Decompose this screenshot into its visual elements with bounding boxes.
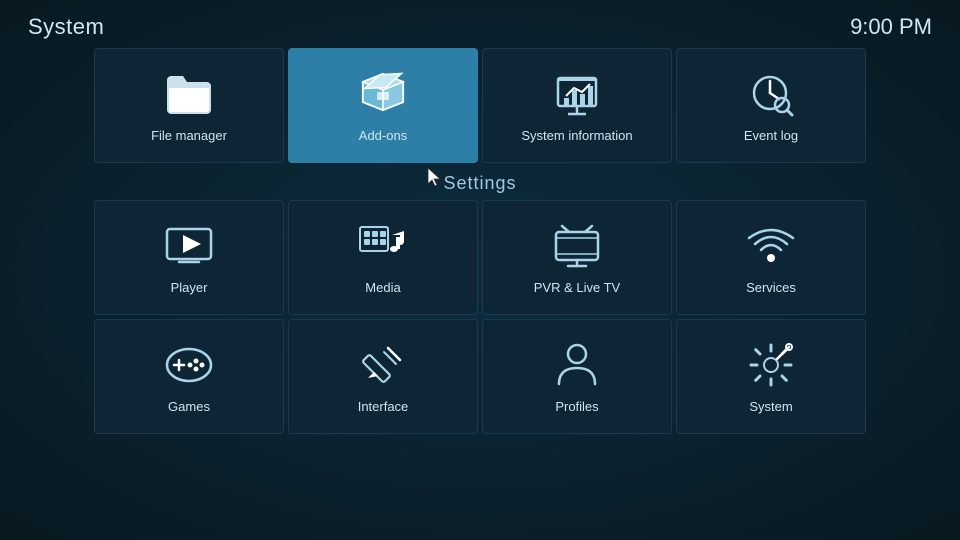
tile-media[interactable]: Media: [288, 200, 478, 315]
tile-file-manager-label: File manager: [151, 128, 227, 143]
header: System 9:00 PM: [0, 0, 960, 48]
tile-system-label: System: [749, 399, 792, 414]
tile-system-information-label: System information: [521, 128, 632, 143]
tile-games-label: Games: [168, 399, 210, 414]
tile-add-ons[interactable]: Add-ons: [288, 48, 478, 163]
tile-system[interactable]: System: [676, 319, 866, 434]
main-page: System 9:00 PM File manager: [0, 0, 960, 540]
settings-heading: Settings: [0, 167, 960, 200]
tile-pvr-live-tv[interactable]: PVR & Live TV: [482, 200, 672, 315]
system-information-icon: [551, 68, 603, 120]
tile-services-label: Services: [746, 280, 796, 295]
settings-row-1: Player Media: [0, 200, 960, 315]
pvr-live-tv-icon: [551, 220, 603, 272]
tile-add-ons-label: Add-ons: [359, 128, 407, 143]
tile-profiles[interactable]: Profiles: [482, 319, 672, 434]
profiles-icon: [551, 339, 603, 391]
tile-interface-label: Interface: [358, 399, 409, 414]
event-log-icon: [745, 68, 797, 120]
clock: 9:00 PM: [850, 14, 932, 40]
tile-games[interactable]: Games: [94, 319, 284, 434]
tile-event-log-label: Event log: [744, 128, 798, 143]
services-icon: [745, 220, 797, 272]
tile-profiles-label: Profiles: [555, 399, 598, 414]
tile-file-manager[interactable]: File manager: [94, 48, 284, 163]
tile-interface[interactable]: Interface: [288, 319, 478, 434]
tile-services[interactable]: Services: [676, 200, 866, 315]
tile-system-information[interactable]: System information: [482, 48, 672, 163]
app-title: System: [28, 14, 104, 40]
games-icon: [163, 339, 215, 391]
media-icon: [357, 220, 409, 272]
file-manager-icon: [163, 68, 215, 120]
add-ons-icon: [357, 68, 409, 120]
tile-player[interactable]: Player: [94, 200, 284, 315]
interface-icon: [357, 339, 409, 391]
system-icon: [745, 339, 797, 391]
tile-player-label: Player: [171, 280, 208, 295]
top-tile-row: File manager Add-ons: [0, 48, 960, 163]
settings-row-2: Games Interface: [0, 319, 960, 434]
tile-media-label: Media: [365, 280, 400, 295]
player-icon: [163, 220, 215, 272]
tile-pvr-live-tv-label: PVR & Live TV: [534, 280, 620, 295]
tile-event-log[interactable]: Event log: [676, 48, 866, 163]
